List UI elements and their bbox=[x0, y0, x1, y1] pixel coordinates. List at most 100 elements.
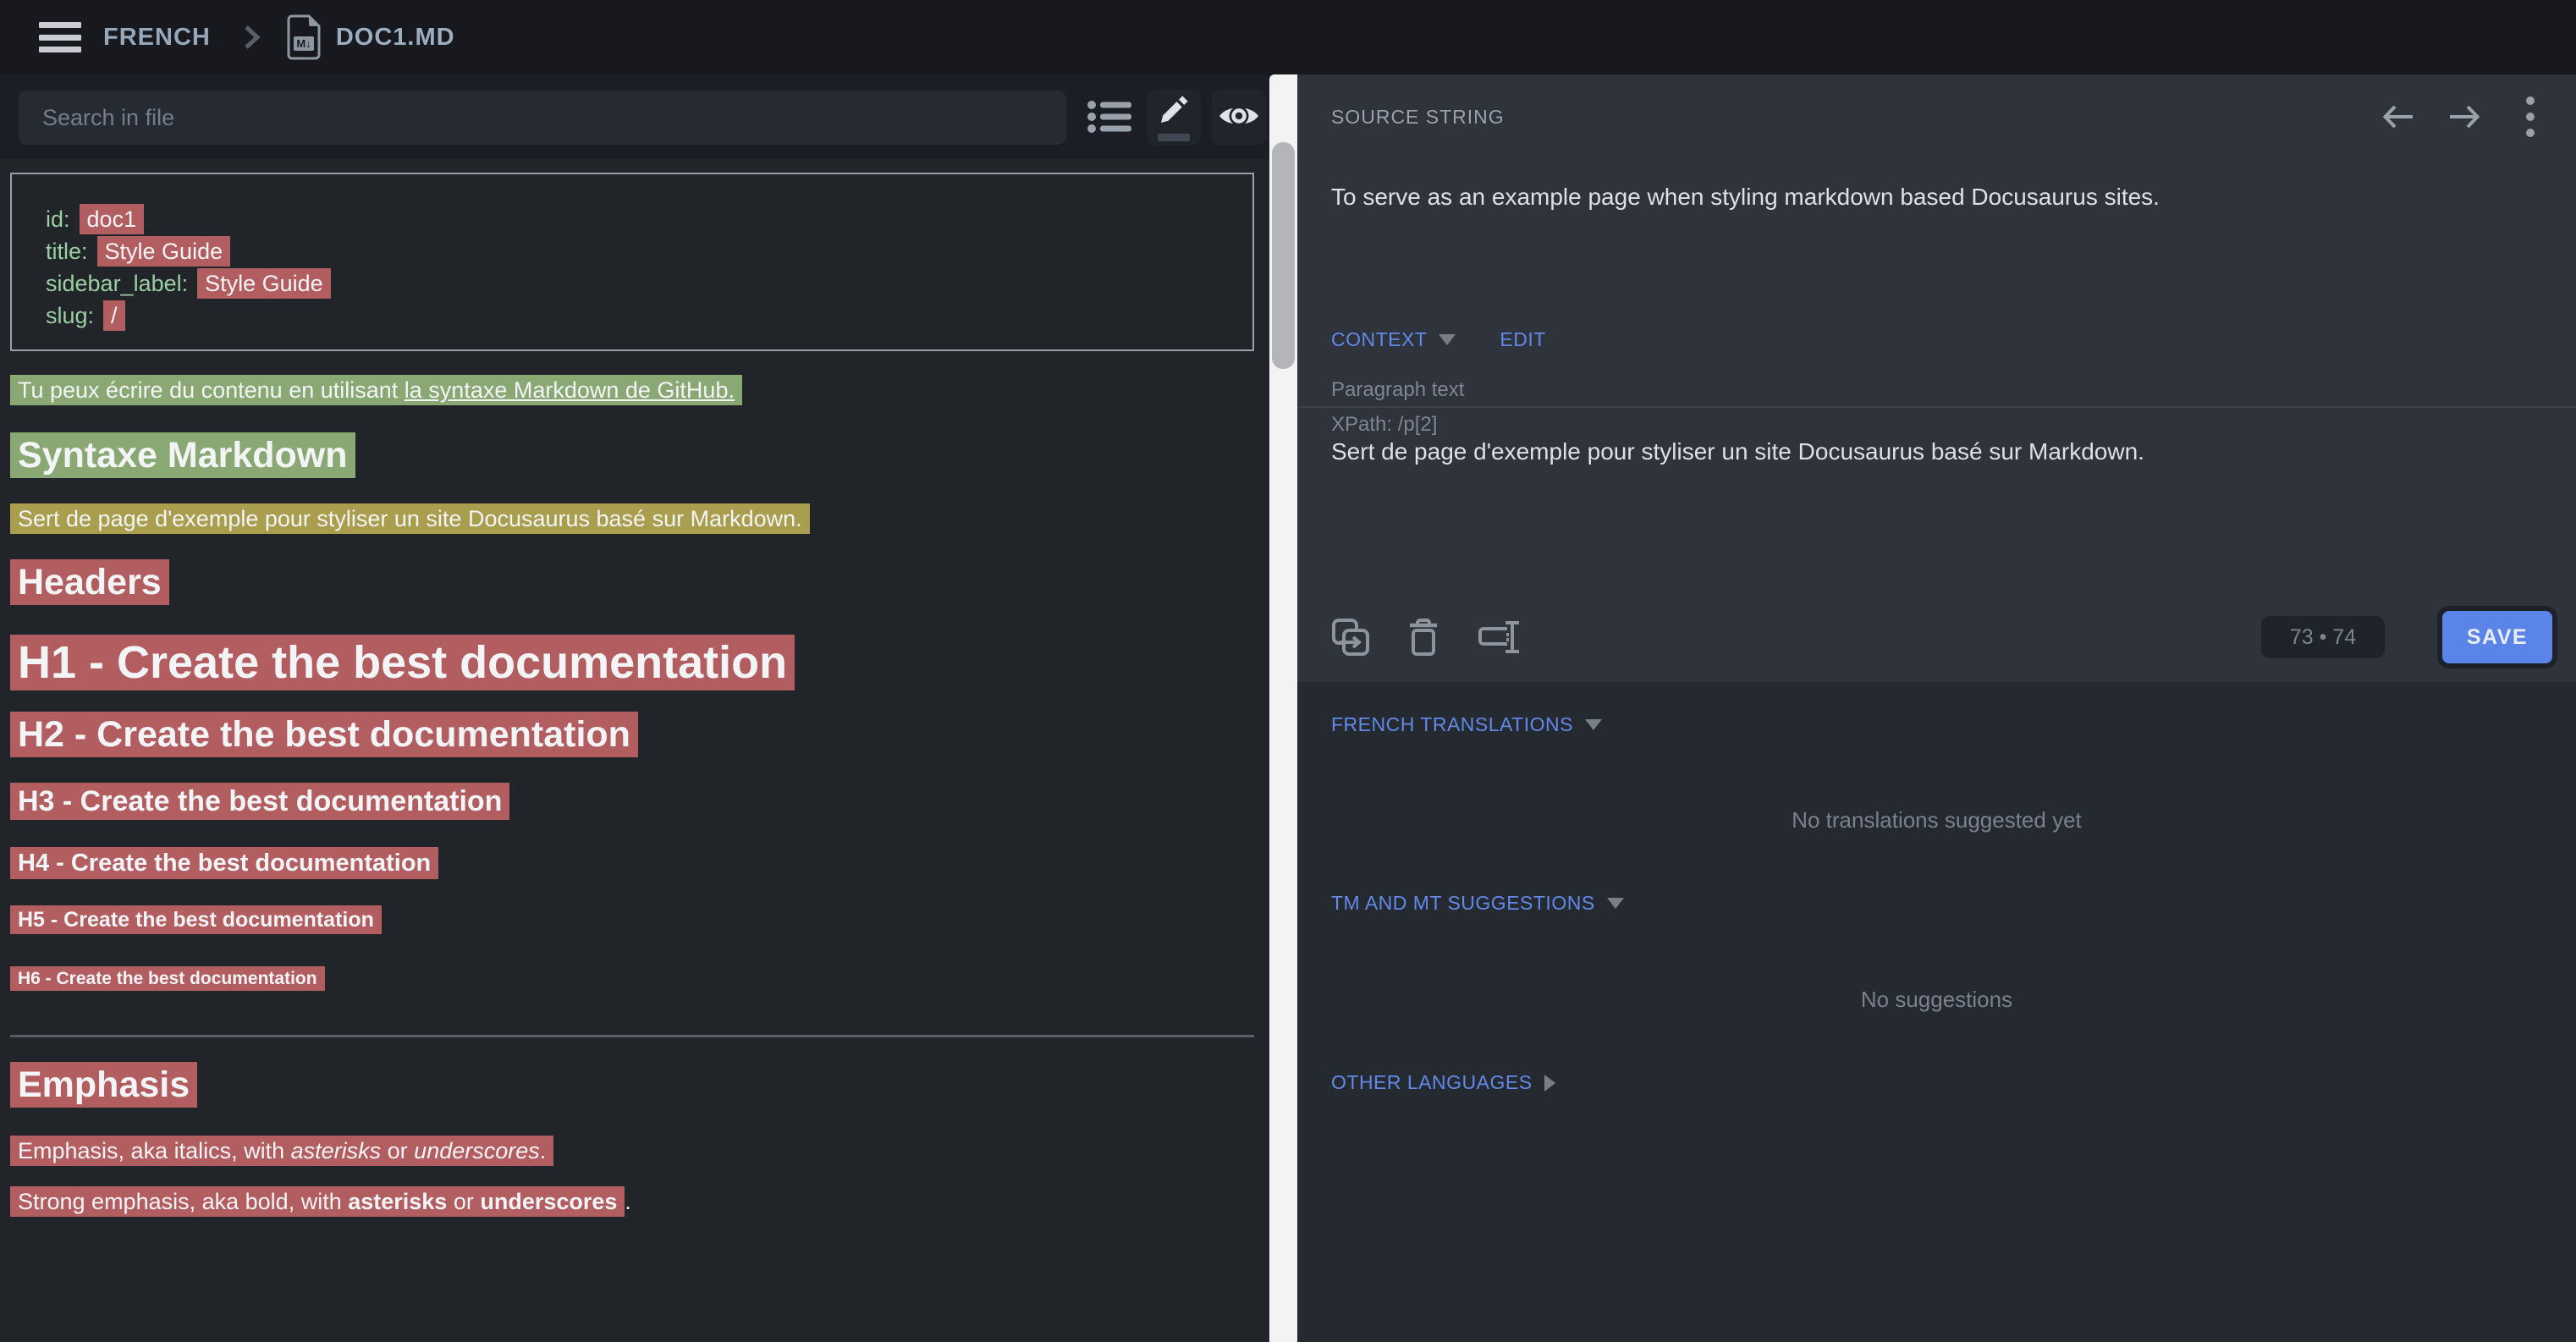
source-string[interactable]: Emphasis bbox=[10, 1062, 197, 1108]
italic-part: underscores bbox=[414, 1138, 540, 1163]
source-string[interactable]: Strong emphasis, aka bold, with asterisk… bbox=[10, 1186, 625, 1217]
doc-h3: H3 - Create the best documentation bbox=[10, 787, 1256, 816]
source-string-title: SOURCE STRING bbox=[1331, 106, 1505, 129]
source-string[interactable]: doc1 bbox=[80, 204, 145, 234]
pencil-icon bbox=[1157, 95, 1191, 131]
frontmatter-key: title: bbox=[46, 239, 88, 264]
bold-part: underscores bbox=[480, 1189, 617, 1214]
section-french-translations[interactable]: FRENCH TRANSLATIONS bbox=[1331, 713, 1602, 736]
eye-icon bbox=[1219, 102, 1259, 135]
translation-input[interactable]: Sert de page d'exemple pour styliser un … bbox=[1331, 435, 2525, 596]
active-mode-underline bbox=[1158, 134, 1190, 141]
scrollbar-thumb[interactable] bbox=[1272, 142, 1295, 369]
translate-mode-button[interactable] bbox=[1147, 90, 1201, 146]
previous-string-button[interactable] bbox=[2378, 96, 2419, 137]
source-string-card: SOURCE STRING To serve as an example pag… bbox=[1297, 74, 2576, 682]
frontmatter-key: id: bbox=[46, 206, 70, 232]
source-string[interactable]: / bbox=[103, 300, 125, 331]
translated-string[interactable]: Tu peux écrire du contenu en utilisant l… bbox=[10, 375, 742, 405]
strings-list-button[interactable] bbox=[1086, 91, 1133, 146]
text-part: . bbox=[625, 1189, 631, 1214]
doc-h6: H6 - Create the best documentation bbox=[10, 970, 1256, 987]
text-part: or bbox=[447, 1189, 480, 1214]
source-string-header: SOURCE STRING bbox=[1331, 95, 2551, 139]
frontmatter-key: slug: bbox=[46, 303, 94, 328]
text-part: . bbox=[540, 1138, 547, 1163]
chevron-down-icon bbox=[1607, 898, 1624, 909]
source-string[interactable]: Headers bbox=[10, 559, 169, 605]
search-input[interactable] bbox=[19, 91, 1066, 145]
source-string-text: To serve as an example page when styling… bbox=[1331, 180, 2525, 214]
breadcrumb-project[interactable]: FRENCH bbox=[103, 24, 211, 52]
chevron-down-icon bbox=[1439, 334, 1456, 345]
breadcrumb-file[interactable]: DOC1.MD bbox=[336, 24, 455, 52]
source-string[interactable]: H6 - Create the best documentation bbox=[10, 966, 325, 991]
preview-mode-button[interactable] bbox=[1212, 90, 1266, 146]
svg-text:M↓: M↓ bbox=[296, 37, 311, 50]
copy-source-button[interactable] bbox=[1331, 618, 1370, 657]
source-string[interactable]: Style Guide bbox=[197, 268, 331, 299]
save-button[interactable]: SAVE bbox=[2442, 611, 2552, 663]
source-string[interactable]: H5 - Create the best documentation bbox=[10, 905, 382, 934]
char-counter: 73 • 74 bbox=[2261, 616, 2385, 658]
text-part: Strong emphasis, aka bold, with bbox=[18, 1189, 348, 1214]
section-title-label: FRENCH TRANSLATIONS bbox=[1331, 713, 1573, 736]
text-cursor-field-icon[interactable] bbox=[1477, 618, 1519, 657]
doc-h5: H5 - Create the best documentation bbox=[10, 910, 1256, 931]
vertical-scrollbar[interactable] bbox=[1269, 74, 1297, 1342]
source-string[interactable]: H2 - Create the best documentation bbox=[10, 712, 638, 757]
next-string-button[interactable] bbox=[2444, 96, 2485, 137]
italic-part: asterisks bbox=[291, 1138, 382, 1163]
doc-paragraph-bold: Strong emphasis, aka bold, with asterisk… bbox=[10, 1191, 1256, 1213]
doc-h4: H4 - Create the best documentation bbox=[10, 851, 1256, 876]
context-toggle[interactable]: CONTEXT bbox=[1331, 328, 1427, 351]
source-string[interactable]: H1 - Create the best documentation bbox=[10, 635, 795, 690]
markdown-file-icon: M↓ bbox=[287, 14, 322, 60]
source-string[interactable]: H3 - Create the best documentation bbox=[10, 783, 509, 820]
context-row: CONTEXT EDIT bbox=[1331, 328, 1546, 351]
context-type: Paragraph text bbox=[1331, 372, 1464, 407]
section-title-label: TM AND MT SUGGESTIONS bbox=[1331, 892, 1595, 915]
source-string[interactable]: H4 - Create the best documentation bbox=[10, 847, 438, 879]
doc-h2: H2 - Create the best documentation bbox=[10, 717, 1256, 753]
intro-text: Tu peux écrire du contenu en utilisant bbox=[18, 377, 405, 403]
more-options-kebab-icon[interactable] bbox=[2510, 96, 2551, 137]
translation-panel: SOURCE STRING To serve as an example pag… bbox=[1297, 74, 2576, 1342]
delete-translation-button[interactable] bbox=[1407, 618, 1439, 657]
frontmatter-key: sidebar_label: bbox=[46, 271, 188, 296]
section-other-languages[interactable]: OTHER LANGUAGES bbox=[1331, 1071, 1555, 1094]
section-title-label: OTHER LANGUAGES bbox=[1331, 1071, 1533, 1094]
source-string[interactable]: Emphasis, aka italics, with asterisks or… bbox=[10, 1136, 553, 1166]
chevron-right-icon bbox=[243, 24, 261, 51]
context-edit-button[interactable]: EDIT bbox=[1500, 328, 1545, 351]
chevron-right-icon bbox=[1544, 1075, 1555, 1092]
doc-paragraph-intro: Tu peux écrire du contenu en utilisant l… bbox=[10, 379, 1256, 402]
source-string[interactable]: Style Guide bbox=[97, 236, 231, 267]
divider bbox=[10, 1035, 1254, 1037]
selected-string[interactable]: Sert de page d'exemple pour styliser un … bbox=[10, 503, 810, 534]
doc-heading-headers: Headers bbox=[10, 564, 1256, 601]
suggestions-empty-state: No suggestions bbox=[1297, 987, 2576, 1013]
doc-paragraph-italics: Emphasis, aka italics, with asterisks or… bbox=[10, 1140, 1256, 1163]
doc-paragraph-selected: Sert de page d'exemple pour styliser un … bbox=[10, 508, 1256, 531]
doc-heading-syntax: Syntaxe Markdown bbox=[10, 437, 1256, 474]
frontmatter-line: title: Style Guide bbox=[46, 235, 1219, 267]
frontmatter-line: id: doc1 bbox=[46, 203, 1219, 235]
frontmatter-line: slug: / bbox=[46, 300, 1219, 332]
translations-empty-state: No translations suggested yet bbox=[1297, 807, 2576, 833]
topbar: FRENCH M↓ DOC1.MD bbox=[0, 0, 2576, 74]
text-part: or bbox=[381, 1138, 414, 1163]
doc-h1: H1 - Create the best documentation bbox=[10, 640, 1256, 685]
translation-toolbar: 73 • 74 SAVE bbox=[1331, 609, 2552, 665]
menu-hamburger-icon[interactable] bbox=[39, 22, 81, 52]
markdown-syntax-link[interactable]: la syntaxe Markdown de GitHub. bbox=[405, 377, 735, 403]
editor-panel: id: doc1 title: Style Guide sidebar_label:… bbox=[0, 74, 1269, 1342]
chevron-down-icon bbox=[1585, 719, 1602, 730]
list-icon bbox=[1087, 98, 1131, 140]
text-part: Emphasis, aka italics, with bbox=[18, 1138, 291, 1163]
document-content: id: doc1 title: Style Guide sidebar_label:… bbox=[10, 173, 1256, 1213]
translation-section: Sert de page d'exemple pour styliser un … bbox=[1297, 406, 2576, 682]
doc-heading-emphasis: Emphasis bbox=[10, 1067, 1256, 1103]
translated-string[interactable]: Syntaxe Markdown bbox=[10, 432, 355, 478]
section-tm-mt-suggestions[interactable]: TM AND MT SUGGESTIONS bbox=[1331, 892, 1624, 915]
